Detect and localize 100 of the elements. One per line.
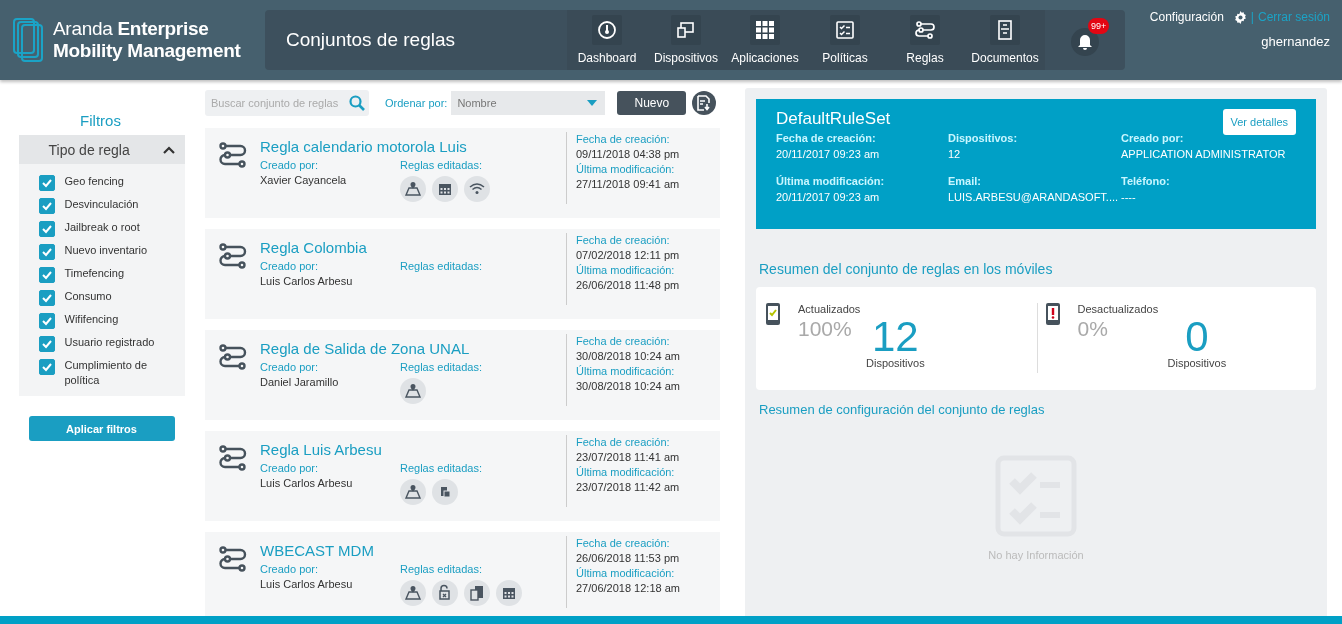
rule-set-card[interactable]: Regla Colombia Creado por: Luis Carlos Arbesu Reglas editadas: Fecha de creación: 07/02/2018 12:11 pm Última modificación: 26/06/2018 11:48 pm bbox=[205, 229, 720, 319]
filter-label: Cumplimiento de política bbox=[64, 358, 149, 388]
stat-unit: Dispositivos bbox=[866, 357, 925, 369]
field-label: Dispositivos: bbox=[948, 131, 1019, 146]
field-value: LUIS.ARBESU@ARANDASOFT.... bbox=[948, 190, 1120, 205]
search-field[interactable]: Buscar conjunto de reglas bbox=[205, 90, 369, 116]
nav-tab[interactable]: Políticas bbox=[805, 10, 885, 70]
field-value: Luis Carlos Arbesu bbox=[260, 274, 354, 289]
stat-label: Actualizados bbox=[798, 303, 862, 315]
rule-set-card[interactable]: Regla de Salida de Zona UNAL Creado por: Daniel Jaramillo Reglas editadas: Fecha de creación: 30/08/2018 10:24 am Última modificación: 30/08/2018 10:24 am bbox=[205, 330, 720, 420]
filter-label: Usuario registrado bbox=[64, 335, 156, 350]
checkbox[interactable] bbox=[38, 359, 55, 375]
stacked-phones-logo bbox=[13, 18, 43, 62]
rule-set-name: DefaultRuleSet bbox=[776, 109, 891, 129]
field-value: Luis Carlos Arbesu bbox=[260, 577, 354, 592]
checkbox[interactable] bbox=[38, 175, 55, 191]
checkbox[interactable] bbox=[38, 313, 55, 329]
notifications-button[interactable] bbox=[1071, 28, 1099, 56]
checkbox[interactable] bbox=[38, 336, 55, 352]
field-label: Creado por: bbox=[260, 360, 320, 374]
section-title: Resumen del conjunto de reglas en los móviles bbox=[759, 261, 1054, 277]
bell-icon bbox=[1077, 33, 1093, 51]
unlock-icon bbox=[432, 580, 458, 606]
stat-count: 0 bbox=[1185, 317, 1209, 357]
checkbox[interactable] bbox=[38, 221, 55, 237]
sort-dropdown[interactable]: Nombre bbox=[451, 91, 606, 115]
stat-label: Desactualizados bbox=[1077, 303, 1160, 315]
product-name: Aranda Enterprise Mobility Management bbox=[53, 18, 241, 62]
field-label: Última modificación: bbox=[576, 364, 676, 378]
field-label: Fecha de creación: bbox=[776, 131, 877, 146]
cabinet-icon bbox=[995, 20, 1015, 40]
stat-count: 12 bbox=[872, 317, 919, 357]
field-value: 27/06/2018 12:18 am bbox=[576, 581, 680, 596]
field-value: ---- bbox=[1121, 190, 1137, 205]
gauge-icon bbox=[597, 20, 617, 40]
rule-set-card[interactable]: WBECAST MDM Creado por: Luis Carlos Arbesu Reglas editadas: Fecha de creación: 26/06/2018 11:53 pm Última modificación: 27/06/2018 12:18 am bbox=[205, 532, 720, 616]
checkbox[interactable] bbox=[38, 267, 55, 283]
calendar-icon bbox=[432, 176, 458, 202]
filter-label: Jailbreak o root bbox=[64, 220, 141, 235]
separator: | bbox=[1250, 10, 1254, 24]
gear-icon[interactable] bbox=[1233, 10, 1247, 24]
username: ghernandez bbox=[1261, 34, 1330, 49]
field-label: Fecha de creación: bbox=[576, 536, 671, 550]
field-value: 26/06/2018 11:48 pm bbox=[576, 278, 680, 293]
document-download-icon bbox=[697, 95, 712, 111]
field-label: Última modificación: bbox=[576, 566, 676, 580]
field-value: 07/02/2018 12:11 pm bbox=[576, 248, 680, 263]
dropdown-caret-icon bbox=[587, 100, 598, 106]
field-label: Teléfono: bbox=[1121, 174, 1171, 189]
nav-tab[interactable]: Documentos bbox=[965, 10, 1045, 70]
calendar-icon bbox=[496, 580, 522, 606]
field-label: Fecha de creación: bbox=[576, 132, 671, 146]
field-value: Daniel Jaramillo bbox=[260, 375, 340, 390]
filter-group-header[interactable]: Tipo de regla bbox=[18, 135, 185, 164]
sort-label: Ordenar por: bbox=[385, 97, 448, 109]
field-label: Creado por: bbox=[260, 562, 320, 576]
rule-set-card[interactable]: Regla calendario motorola Luis Creado por: Xavier Cayancela Reglas editadas: Fecha de creación: 09/11/2018 04:38 pm Última modificación: 27/11/2018 09:41 am bbox=[205, 128, 720, 218]
settings-link[interactable]: Configuración bbox=[1149, 10, 1224, 24]
filters-title: Filtros bbox=[80, 112, 121, 129]
field-value: 20/11/2017 09:23 am bbox=[776, 147, 881, 162]
page-title: Conjuntos de reglas bbox=[285, 29, 456, 51]
field-label: Creado por: bbox=[260, 259, 320, 273]
export-button[interactable] bbox=[692, 91, 717, 115]
new-button[interactable]: Nuevo bbox=[617, 91, 687, 115]
devices-icon bbox=[676, 20, 696, 40]
field-label: Email: bbox=[948, 174, 982, 189]
map-pin-icon bbox=[400, 378, 426, 404]
stat-percent: 0% bbox=[1077, 317, 1109, 342]
field-label: Reglas editadas: bbox=[400, 360, 482, 374]
checkbox[interactable] bbox=[38, 244, 55, 260]
field-value: 09/11/2018 04:38 pm bbox=[576, 147, 680, 162]
checklist-icon bbox=[835, 20, 855, 40]
search-icon bbox=[349, 95, 365, 111]
field-value: Xavier Cayancela bbox=[260, 173, 348, 188]
checkbox[interactable] bbox=[38, 290, 55, 306]
grid-icon bbox=[755, 20, 775, 40]
nav-tab[interactable]: Dashboard bbox=[567, 10, 647, 70]
field-label: Creado por: bbox=[260, 461, 320, 475]
map-pin-icon bbox=[400, 479, 426, 505]
nav-tab[interactable]: Aplicaciones bbox=[725, 10, 805, 70]
field-value: APPLICATION ADMINISTRATOR bbox=[1121, 147, 1287, 162]
field-label: Fecha de creación: bbox=[576, 233, 671, 247]
field-label: Reglas editadas: bbox=[400, 259, 482, 273]
chevron-icon bbox=[162, 145, 175, 154]
filter-label: Nuevo inventario bbox=[64, 243, 149, 258]
field-label: Creado por: bbox=[260, 158, 320, 172]
rule-set-card[interactable]: Regla Luis Arbesu Creado por: Luis Carlos Arbesu Reglas editadas: Fecha de creación: 23/07/2018 11:41 am Última modificación: 23/07/2018 11:42 am bbox=[205, 431, 720, 521]
nav-tab[interactable]: Dispositivos bbox=[647, 10, 725, 70]
field-value: 23/07/2018 11:42 am bbox=[576, 480, 680, 495]
filter-label: Geo fencing bbox=[64, 174, 125, 189]
rules-icon bbox=[915, 20, 935, 40]
field-label: Fecha de creación: bbox=[576, 435, 671, 449]
field-value: Luis Carlos Arbesu bbox=[260, 476, 354, 491]
field-label: Reglas editadas: bbox=[400, 158, 483, 172]
field-label: Creado por: bbox=[1121, 131, 1185, 146]
field-value: 27/11/2018 09:41 am bbox=[576, 177, 680, 192]
nav-tab[interactable]: Reglas bbox=[885, 10, 965, 70]
field-label: Reglas editadas: bbox=[400, 461, 482, 475]
field-label: Última modificación: bbox=[576, 162, 676, 176]
checkbox[interactable] bbox=[38, 198, 55, 214]
